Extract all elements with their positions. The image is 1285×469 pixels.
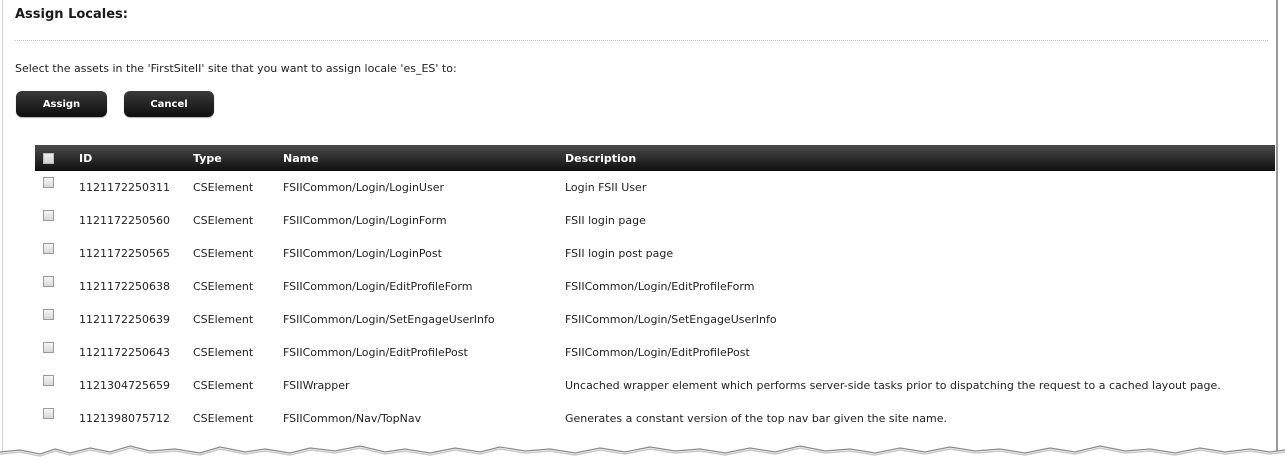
row-checkbox[interactable] [43,276,54,287]
row-checkbox[interactable] [43,375,54,386]
row-checkbox[interactable] [43,309,54,320]
asset-id: 1121172250638 [79,280,170,293]
asset-type: CSElement [193,346,254,359]
select-all-checkbox[interactable] [43,152,54,164]
row-checkbox[interactable] [43,342,54,353]
asset-id: 1121172250565 [79,247,170,260]
assign-locales-panel: Assign Locales: Select the assets in the… [2,0,1278,462]
table-row: 1121172250638 CSElement FSIICommon/Login… [35,270,1275,303]
table-row: 1121172250311 CSElement FSIICommon/Login… [35,171,1275,204]
header-description[interactable]: Description [565,145,636,171]
asset-type: CSElement [193,181,254,194]
asset-name: FSIICommon/Login/SetEngageUserInfo [283,313,495,326]
table-row: 1121172250560 CSElement FSIICommon/Login… [35,204,1275,237]
asset-type: CSElement [193,247,254,260]
row-checkbox[interactable] [43,243,54,254]
asset-name: FSIICommon/Login/EditProfilePost [283,346,468,359]
assets-table: ID Type Name Description 1121172250311 C… [35,145,1275,435]
asset-id: 1121304725659 [79,379,170,392]
asset-id: 1121172250311 [79,181,170,194]
asset-description: FSIICommon/Login/EditProfilePost [565,346,750,359]
table-row: 1121398075712 CSElement FSIICommon/Nav/T… [35,402,1275,435]
row-checkbox[interactable] [43,210,54,221]
asset-name: FSIICommon/Nav/TopNav [283,412,422,425]
table-row: 1121172250643 CSElement FSIICommon/Login… [35,336,1275,369]
asset-id: 1121398075712 [79,412,170,425]
cancel-button[interactable]: Cancel [124,91,214,117]
page-title: Assign Locales: [15,7,128,22]
asset-description: Login FSII User [565,181,647,194]
assign-button[interactable]: Assign [16,91,107,117]
asset-description: FSII login post page [565,247,674,260]
asset-type: CSElement [193,379,254,392]
asset-name: FSIICommon/Login/LoginUser [283,181,444,194]
torn-edge [0,445,1285,469]
asset-description: FSII login page [565,214,646,227]
asset-type: CSElement [193,412,254,425]
asset-type: CSElement [193,214,254,227]
table-row: 1121172250565 CSElement FSIICommon/Login… [35,237,1275,270]
asset-description: Generates a constant version of the top … [565,412,947,425]
asset-type: CSElement [193,313,254,326]
asset-name: FSIICommon/Login/LoginPost [283,247,442,260]
table-row: 1121172250639 CSElement FSIICommon/Login… [35,303,1275,336]
row-checkbox[interactable] [43,177,54,188]
asset-description: Uncached wrapper element which performs … [565,379,1221,392]
asset-id: 1121172250560 [79,214,170,227]
header-id[interactable]: ID [79,145,92,171]
header-type[interactable]: Type [193,145,222,171]
asset-id: 1121172250643 [79,346,170,359]
asset-description: FSIICommon/Login/EditProfileForm [565,280,755,293]
header-name[interactable]: Name [283,145,319,171]
asset-name: FSIICommon/Login/LoginForm [283,214,447,227]
asset-type: CSElement [193,280,254,293]
divider [15,40,1268,41]
row-checkbox[interactable] [43,408,54,419]
table-row: 1121304725659 CSElement FSIIWrapper Unca… [35,369,1275,402]
instructions-text: Select the assets in the 'FirstSiteII' s… [15,62,457,75]
asset-name: FSIIWrapper [283,379,350,392]
asset-id: 1121172250639 [79,313,170,326]
asset-description: FSIICommon/Login/SetEngageUserInfo [565,313,777,326]
table-header: ID Type Name Description [35,145,1275,171]
asset-name: FSIICommon/Login/EditProfileForm [283,280,473,293]
